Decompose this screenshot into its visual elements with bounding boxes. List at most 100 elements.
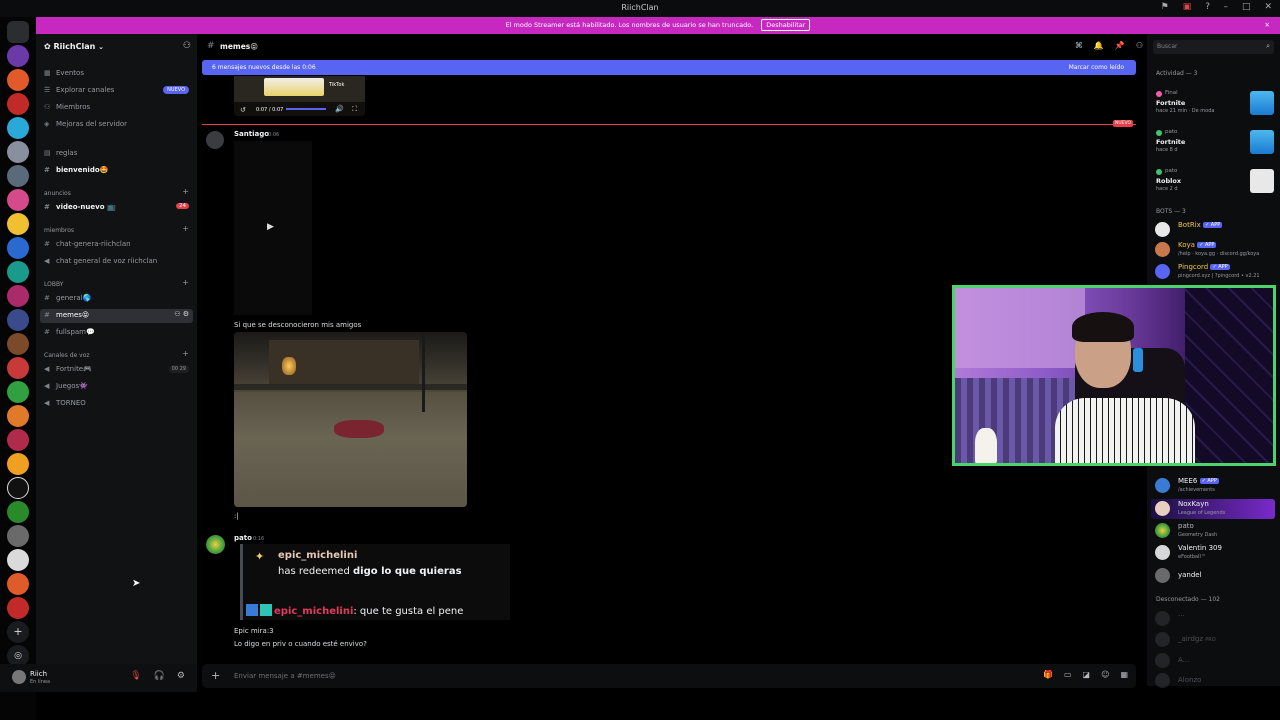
gif-icon[interactable]: ▭: [1064, 670, 1072, 679]
pin-icon[interactable]: 📌: [1115, 41, 1125, 50]
server-icon[interactable]: [7, 237, 29, 259]
server-icon[interactable]: [7, 405, 29, 427]
add-attachment-icon[interactable]: +: [211, 669, 220, 682]
server-icon[interactable]: [7, 141, 29, 163]
server-icon[interactable]: [7, 285, 29, 307]
server-icon[interactable]: [7, 549, 29, 571]
search-input[interactable]: Buscar ⌕: [1153, 40, 1274, 54]
member-item[interactable]: _airdgz PRO: [1155, 630, 1277, 650]
play-icon[interactable]: ▶: [267, 222, 274, 232]
server-icon[interactable]: [7, 213, 29, 235]
home-icon[interactable]: [7, 21, 29, 43]
channel-video-nuevo[interactable]: # video-nuevo 📺: [44, 203, 116, 211]
server-icon[interactable]: [7, 261, 29, 283]
member-item[interactable]: ...: [1155, 609, 1277, 629]
maximize-button[interactable]: □: [1242, 2, 1251, 12]
channel-chat-voz[interactable]: ◀ chat general de voz riichclan: [44, 257, 157, 265]
server-icon[interactable]: [7, 525, 29, 547]
sidebar-item-miembros[interactable]: ⚇ Miembros: [44, 103, 90, 111]
avatar[interactable]: [206, 131, 224, 149]
member-item[interactable]: BotRix ✓ APP: [1155, 220, 1277, 240]
image-attachment[interactable]: [234, 332, 467, 507]
bell-icon[interactable]: 🔔: [1094, 41, 1104, 50]
server-icon[interactable]: [7, 333, 29, 355]
add-channel-icon[interactable]: +: [182, 278, 189, 287]
channel-memes[interactable]: # memes😝: [44, 311, 89, 319]
member-item[interactable]: yandel: [1155, 566, 1277, 586]
mark-read-button[interactable]: Marcar como leído: [1069, 64, 1124, 71]
video-progress[interactable]: [286, 108, 326, 110]
activity-card[interactable]: Final Fortnite hace 21 min · De moda: [1151, 87, 1276, 123]
server-icon[interactable]: [7, 477, 29, 499]
voice-channel-juegos[interactable]: ◀ Juegos👾: [44, 382, 88, 390]
server-icon[interactable]: [7, 453, 29, 475]
disable-streamer-button[interactable]: Deshabilitar: [761, 19, 811, 31]
category-miembros[interactable]: miembros: [44, 227, 74, 234]
fullscreen-icon[interactable]: ⛶: [352, 105, 357, 114]
headset-icon[interactable]: 🎧: [154, 671, 165, 681]
server-icon[interactable]: [7, 93, 29, 115]
avatar[interactable]: [12, 670, 26, 684]
server-header[interactable]: ✿ RiichClan ⌄: [44, 42, 104, 51]
screen-share-icon[interactable]: ▣: [1183, 2, 1192, 12]
composer-placeholder[interactable]: Enviar mensaje a #memes😝: [234, 672, 336, 680]
apps-icon[interactable]: ▦: [1120, 670, 1128, 679]
channel-chat-genera[interactable]: # chat-genera-riichclan: [44, 240, 131, 248]
minimize-button[interactable]: –: [1223, 2, 1228, 12]
server-icon[interactable]: [7, 45, 29, 67]
channel-reglas[interactable]: ▤ reglas: [44, 149, 77, 157]
server-icon[interactable]: [7, 597, 29, 619]
member-item[interactable]: Koya ✓ APP /help · koya.gg · discord.gg/…: [1155, 240, 1277, 260]
member-item[interactable]: NoxKayn League of Legends: [1151, 499, 1277, 519]
category-lobby[interactable]: LOBBY: [44, 281, 63, 288]
close-window-button[interactable]: ✕: [1264, 2, 1272, 12]
message-author[interactable]: pato: [234, 534, 252, 542]
activity-card[interactable]: pato Roblox hace 2 d: [1151, 165, 1276, 201]
channel-bienvenido[interactable]: # bienvenido🤩: [44, 166, 108, 174]
member-item[interactable]: pato Geometry Dash: [1155, 521, 1277, 541]
member-item[interactable]: Pingcord ✓ APP pingcord.xyz | ?pingcord …: [1155, 262, 1277, 282]
mic-muted-icon[interactable]: 🎙: [130, 671, 141, 681]
video-attachment[interactable]: ▶: [234, 141, 312, 315]
avatar[interactable]: [206, 535, 225, 554]
gift-icon[interactable]: 🎁: [1043, 670, 1053, 679]
server-icon[interactable]: [7, 381, 29, 403]
member-item[interactable]: Alonzo: [1155, 671, 1277, 691]
message-author[interactable]: Santiago: [234, 130, 269, 138]
gear-icon[interactable]: ⚙: [177, 671, 185, 681]
emoji-icon[interactable]: ☺: [1101, 670, 1109, 679]
category-anuncios[interactable]: anuncios: [44, 190, 71, 197]
sticker-icon[interactable]: ◪: [1083, 670, 1091, 679]
server-icon[interactable]: [7, 189, 29, 211]
server-icon[interactable]: [7, 573, 29, 595]
add-channel-icon[interactable]: +: [182, 224, 189, 233]
add-channel-icon[interactable]: +: [182, 187, 189, 196]
threads-icon[interactable]: ⌘: [1075, 41, 1083, 50]
channel-fullspam[interactable]: # fullspam💬: [44, 328, 95, 336]
new-messages-bar[interactable]: 6 mensajes nuevos desde las 0:06 Marcar …: [202, 60, 1136, 75]
volume-icon[interactable]: 🔊: [335, 105, 344, 114]
close-icon[interactable]: ✕: [1265, 17, 1270, 34]
server-icon[interactable]: [7, 501, 29, 523]
video-attachment[interactable]: TikTok ↺ 0:07 / 0:07 🔊 ⛶: [234, 76, 365, 116]
voice-channel-torneo[interactable]: ◀ TORNEO: [44, 399, 86, 407]
activity-card[interactable]: pato Fortnite hace 8 d: [1151, 126, 1276, 162]
member-item[interactable]: MEE6 ✓ APP /achievements: [1155, 476, 1277, 496]
message-composer[interactable]: + Enviar mensaje a #memes😝 🎁 ▭ ◪ ☺ ▦: [202, 664, 1136, 688]
server-icon[interactable]: [7, 429, 29, 451]
member-item[interactable]: A...: [1155, 651, 1277, 671]
add-server-icon[interactable]: +: [7, 621, 29, 643]
sidebar-item-mejoras[interactable]: ◈ Mejoras del servidor: [44, 120, 127, 128]
help-icon[interactable]: ?: [1205, 2, 1210, 12]
server-icon[interactable]: [7, 117, 29, 139]
sidebar-item-explorar[interactable]: ☰ Explorar canales: [44, 86, 114, 94]
server-icon[interactable]: [7, 69, 29, 91]
server-icon[interactable]: [7, 309, 29, 331]
channel-settings-icon[interactable]: ⚇ ⚙: [174, 310, 189, 318]
server-icon[interactable]: [7, 165, 29, 187]
channel-general[interactable]: # general🌎: [44, 294, 91, 302]
voice-channel-fortnite[interactable]: ◀ Fortnite🎮: [44, 365, 92, 373]
member-item[interactable]: Valentin 309 eFootball™: [1155, 543, 1277, 563]
server-icon[interactable]: [7, 357, 29, 379]
invite-icon[interactable]: ⚇: [183, 41, 191, 51]
